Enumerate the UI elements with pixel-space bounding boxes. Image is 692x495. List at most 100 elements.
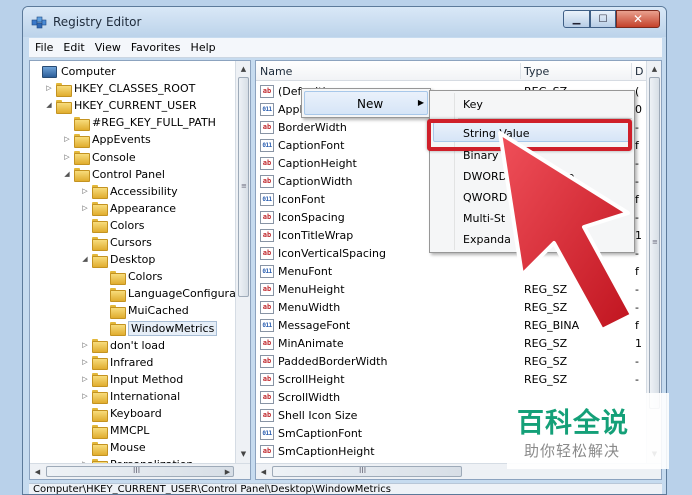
tree-item[interactable]: MMCPL (92, 422, 149, 439)
menu-file[interactable]: File (35, 41, 53, 54)
binary-value-icon: 011 (260, 427, 274, 440)
tree-item[interactable]: MuiCached (110, 302, 189, 319)
tree-item-label: Colors (128, 270, 163, 284)
collapsed-arrow-icon[interactable]: ▷ (81, 204, 89, 212)
collapsed-arrow-icon[interactable]: ▷ (81, 187, 89, 195)
string-value-icon: ab (260, 85, 274, 98)
tree-item[interactable]: Computer (42, 63, 116, 80)
tree-item-label: Computer (61, 65, 116, 78)
tree-item[interactable]: Colors (110, 268, 162, 285)
tree-item[interactable]: Mouse (92, 439, 146, 456)
registry-key-tree[interactable]: Computer ▷ HKEY_CLASSES_ROOT ◢ HKEY_CURRENT_… (29, 60, 251, 480)
binary-value-icon: 011 (260, 265, 274, 278)
minimize-button[interactable]: ▁ (563, 10, 590, 28)
folder-icon (110, 270, 126, 285)
tree-item[interactable]: ▷ International (82, 388, 181, 405)
collapsed-arrow-icon[interactable]: ▷ (81, 341, 89, 349)
watermark-title: 百科全说 (517, 408, 629, 439)
scroll-up-icon[interactable]: ▲ (650, 64, 659, 73)
folder-icon (92, 253, 108, 268)
tree-item[interactable]: WindowMetrics (110, 320, 218, 337)
scroll-left-icon[interactable]: ◀ (33, 467, 42, 476)
list-scroll-thumb[interactable]: ≡ (649, 77, 660, 409)
scroll-down-icon[interactable]: ▼ (239, 449, 248, 458)
hscroll-grip: III (133, 466, 141, 475)
folder-icon (92, 441, 108, 456)
scroll-right-icon[interactable]: ▶ (223, 467, 232, 476)
tree-item[interactable]: ▷ Accessibility (82, 183, 178, 200)
tree-item-label: Input Method (110, 372, 184, 386)
expanded-arrow-icon[interactable]: ◢ (63, 170, 71, 178)
binary-value-icon: 011 (260, 103, 274, 116)
scroll-up-icon[interactable]: ▲ (239, 64, 248, 73)
tree-item[interactable]: ▷ AppEvents (64, 131, 151, 148)
submenu-key[interactable]: Key (463, 98, 483, 111)
tree-item[interactable]: ◢ Control Panel (64, 166, 165, 183)
column-data[interactable]: D (635, 65, 643, 78)
collapsed-arrow-icon[interactable]: ▷ (63, 153, 71, 161)
collapsed-arrow-icon[interactable]: ▷ (81, 392, 89, 400)
value-name: Shell Icon Size (278, 409, 358, 422)
tree-item[interactable]: ▷ Appearance (82, 200, 176, 217)
collapsed-arrow-icon[interactable]: ▷ (81, 375, 89, 383)
string-value-icon: ab (260, 157, 274, 170)
menu-edit[interactable]: Edit (63, 41, 84, 54)
tree-item[interactable]: ▷ don't load (82, 337, 165, 354)
tree-item[interactable]: ◢ Desktop (82, 251, 155, 268)
folder-icon (110, 322, 126, 336)
expanded-arrow-icon[interactable]: ◢ (81, 255, 89, 263)
tree-hscroll-thumb[interactable]: III (46, 466, 234, 477)
title-bar[interactable]: Registry Editor ▁ ☐ ✕ (23, 7, 666, 37)
tree-item[interactable]: Colors (92, 217, 144, 234)
column-type[interactable]: Type (524, 65, 549, 78)
close-button[interactable]: ✕ (616, 10, 660, 28)
menu-help[interactable]: Help (191, 41, 216, 54)
tree-vertical-scrollbar[interactable]: ▲ ≡ ▼ (235, 61, 250, 463)
collapsed-arrow-icon[interactable]: ▷ (81, 358, 89, 366)
pointer-arrow-icon (498, 131, 634, 332)
value-name: PaddedBorderWidth (278, 355, 388, 368)
collapsed-arrow-icon[interactable]: ▷ (63, 135, 71, 143)
expanded-arrow-icon[interactable]: ◢ (45, 101, 53, 109)
maximize-button[interactable]: ☐ (590, 10, 616, 28)
tree-item[interactable]: ◢ HKEY_CURRENT_USER (46, 97, 197, 114)
tree-scroll-thumb[interactable]: ≡ (238, 77, 249, 297)
tree-item[interactable]: ▷ Infrared (82, 354, 153, 371)
tree-item[interactable]: ▷ Console (64, 149, 136, 166)
tree-item-label: Mouse (110, 441, 146, 455)
binary-value-icon: 011 (260, 193, 274, 206)
folder-icon (92, 236, 108, 251)
menu-favorites[interactable]: Favorites (131, 41, 181, 54)
menu-bar: File Edit View Favorites Help (29, 38, 662, 58)
string-value-icon: ab (260, 445, 274, 458)
tree-item[interactable]: ▷ Input Method (82, 371, 184, 388)
folder-icon (92, 202, 108, 217)
new-menu-label: New (357, 97, 384, 111)
tree-item-label: Colors (110, 218, 145, 232)
list-hscroll-thumb[interactable]: III (272, 466, 462, 477)
tree-item-label: HKEY_CLASSES_ROOT (74, 82, 196, 96)
column-name[interactable]: Name (260, 65, 292, 78)
tree-item[interactable]: ▷ HKEY_CLASSES_ROOT (46, 80, 196, 97)
menu-view[interactable]: View (95, 41, 121, 54)
tree-item[interactable]: Cursors (92, 234, 152, 251)
tree-item-label: Cursors (110, 236, 152, 249)
tree-item[interactable]: #REG_KEY_FULL_PATH (74, 114, 216, 131)
value-row[interactable]: ab PaddedBorderWidth REG_SZ - (256, 353, 639, 371)
value-name: ScrollHeight (278, 373, 345, 386)
tree-item-label: Accessibility (110, 184, 178, 198)
submenu-arrow-icon: ▶ (417, 98, 424, 107)
string-value-icon: ab (260, 247, 274, 260)
string-value-icon: ab (260, 373, 274, 386)
value-data: 0 (635, 103, 642, 116)
value-row[interactable]: ab ScrollHeight REG_SZ - (256, 371, 639, 389)
collapsed-arrow-icon[interactable]: ▷ (45, 84, 53, 92)
scroll-left-icon[interactable]: ◀ (259, 467, 268, 476)
tree-item[interactable]: LanguageConfiguratic (110, 285, 249, 302)
list-header: Name Type D (256, 61, 661, 81)
computer-icon (42, 65, 57, 78)
tree-item[interactable]: Keyboard (92, 405, 162, 422)
tree-item-label: International (110, 389, 181, 403)
folder-icon (92, 219, 108, 234)
tree-horizontal-scrollbar[interactable]: ◀ III ▶ (30, 463, 250, 479)
